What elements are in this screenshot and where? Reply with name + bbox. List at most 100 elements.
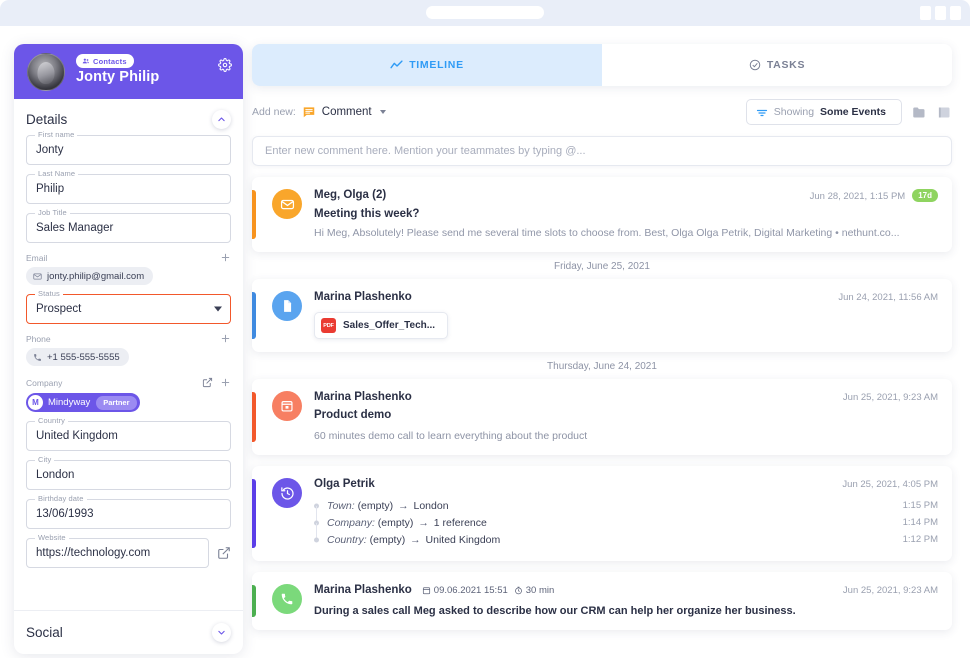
phone-icon: [272, 584, 302, 614]
card-timestamp: Jun 25, 2021, 4:05 PM: [842, 479, 938, 490]
first-name-value: Jonty: [36, 144, 64, 156]
archive-icon[interactable]: [937, 105, 952, 120]
sidebar-body: Details First name Jonty Last Name Phili…: [14, 99, 243, 610]
app-root: Contacts Jonty Philip Details First name…: [0, 0, 970, 658]
history-icon: [272, 478, 302, 508]
social-section-header[interactable]: Social: [14, 610, 243, 654]
filter-icon: [756, 106, 768, 118]
change-row: Country: (empty) → United Kingdom 1:12 P…: [314, 531, 938, 548]
card-accent: [252, 479, 256, 548]
country-field[interactable]: Country United Kingdom: [26, 416, 231, 451]
card-accent: [252, 292, 256, 339]
job-title-value: Sales Manager: [36, 222, 114, 234]
close-button[interactable]: [950, 6, 961, 20]
add-phone-icon[interactable]: [220, 333, 231, 344]
open-company-icon[interactable]: [202, 377, 213, 388]
first-name-field[interactable]: First name Jonty: [26, 130, 231, 165]
event-filter-dropdown[interactable]: Showing Some Events: [745, 99, 902, 125]
day-separator: Friday, June 25, 2021: [554, 261, 650, 272]
last-name-field[interactable]: Last Name Philip: [26, 169, 231, 204]
add-company-icon[interactable]: [220, 377, 231, 388]
email-chip[interactable]: jonty.philip@gmail.com: [26, 267, 154, 285]
chevron-down-icon[interactable]: [214, 306, 222, 312]
change-to: 1 reference: [433, 516, 487, 529]
company-name: Mindyway: [48, 397, 91, 408]
country-label: Country: [35, 416, 68, 425]
last-name-value: Philip: [36, 183, 65, 195]
change-from: (empty): [357, 499, 394, 512]
minimize-button[interactable]: [920, 6, 931, 20]
change-time: 1:14 PM: [902, 517, 938, 528]
document-icon: [272, 291, 302, 321]
gear-icon[interactable]: [218, 58, 232, 72]
comment-input-placeholder: Enter new comment here. Mention your tea…: [265, 145, 586, 157]
page-body: Contacts Jonty Philip Details First name…: [0, 26, 970, 658]
comment-composer[interactable]: Enter new comment here. Mention your tea…: [252, 136, 952, 166]
call-date-meta: 09.06.2021 15:51: [422, 585, 508, 596]
phone-chip[interactable]: +1 555-555-5555: [26, 348, 129, 366]
tab-timeline-label: TIMELINE: [409, 59, 464, 71]
city-field[interactable]: City London: [26, 455, 231, 490]
call-duration: 30 min: [525, 584, 555, 596]
tab-tasks[interactable]: TASKS: [602, 44, 952, 86]
tab-tasks-label: TASKS: [766, 59, 806, 71]
timeline-card-event[interactable]: Marina Plashenko Jun 25, 2021, 9:23 AM P…: [252, 379, 952, 455]
phone-row-header: Phone: [26, 333, 231, 344]
filter-value: Some Events: [820, 106, 886, 118]
website-label: Website: [35, 533, 69, 542]
chevron-down-icon[interactable]: [212, 623, 231, 642]
card-subject: Meeting this week?: [314, 208, 420, 220]
social-title: Social: [26, 625, 63, 640]
maximize-button[interactable]: [935, 6, 946, 20]
window-buttons: [920, 6, 961, 20]
details-title: Details: [26, 112, 68, 127]
main-panel: TIMELINE TASKS Add new: Comment Showing …: [252, 44, 952, 630]
status-field[interactable]: Status Prospect: [26, 289, 231, 324]
card-description: 60 minutes demo call to learn everything…: [314, 430, 588, 442]
record-type-badge: Contacts: [76, 54, 134, 68]
envelope-icon: [272, 189, 302, 219]
details-fields: First name Jonty Last Name Philip Job Ti…: [14, 130, 243, 568]
day-separator: Thursday, June 24, 2021: [547, 361, 657, 372]
add-new-control[interactable]: Add new: Comment: [252, 105, 386, 119]
open-website-icon[interactable]: [217, 546, 231, 560]
company-chip[interactable]: M Mindyway Partner: [26, 393, 140, 412]
timeline-card-call[interactable]: Marina Plashenko 09.06.2021 15:51 30 min…: [252, 572, 952, 630]
mail-icon: [33, 272, 42, 281]
job-title-field[interactable]: Job Title Sales Manager: [26, 208, 231, 243]
change-to: United Kingdom: [425, 533, 501, 546]
change-to: London: [413, 499, 449, 512]
change-from: (empty): [369, 533, 406, 546]
email-row-header: Email: [26, 252, 231, 263]
city-value: London: [36, 469, 75, 481]
card-author: Marina Plashenko: [314, 391, 412, 403]
folder-icon[interactable]: [912, 105, 927, 120]
first-name-label: First name: [35, 130, 78, 139]
filter-prefix: Showing: [773, 106, 815, 118]
tab-timeline[interactable]: TIMELINE: [252, 44, 602, 86]
call-note: During a sales call Meg asked to describ…: [314, 605, 796, 617]
card-accent: [252, 392, 256, 442]
add-email-icon[interactable]: [220, 252, 231, 263]
change-field: Town: [327, 499, 352, 512]
birthday-value: 13/06/1993: [36, 508, 94, 520]
url-bar[interactable]: [426, 6, 544, 19]
chevron-up-icon[interactable]: [212, 110, 231, 129]
timeline-card-file[interactable]: Marina Plashenko Jun 24, 2021, 11:56 AM …: [252, 279, 952, 352]
status-value: Prospect: [36, 303, 82, 315]
company-label: Company: [26, 377, 63, 388]
comment-icon: [302, 105, 316, 119]
card-timestamp: Jun 24, 2021, 11:56 AM: [838, 292, 938, 303]
website-field[interactable]: Website https://technology.com: [26, 533, 209, 568]
card-author: Meg, Olga (2): [314, 189, 387, 201]
contacts-icon: [82, 57, 90, 65]
attachment-chip[interactable]: PDF Sales_Offer_Tech...: [314, 312, 449, 339]
change-time: 1:12 PM: [902, 534, 938, 545]
city-label: City: [35, 455, 55, 464]
birthday-field[interactable]: Birthday date 13/06/1993: [26, 494, 231, 529]
timeline-card-changelog[interactable]: Olga Petrik Jun 25, 2021, 4:05 PM Town: …: [252, 466, 952, 561]
timeline-card-email[interactable]: Meg, Olga (2) Jun 28, 2021, 1:15 PM 17d …: [252, 177, 952, 252]
company-avatar: M: [28, 395, 43, 410]
chevron-down-icon[interactable]: [379, 110, 386, 114]
status-label: Status: [35, 289, 63, 298]
